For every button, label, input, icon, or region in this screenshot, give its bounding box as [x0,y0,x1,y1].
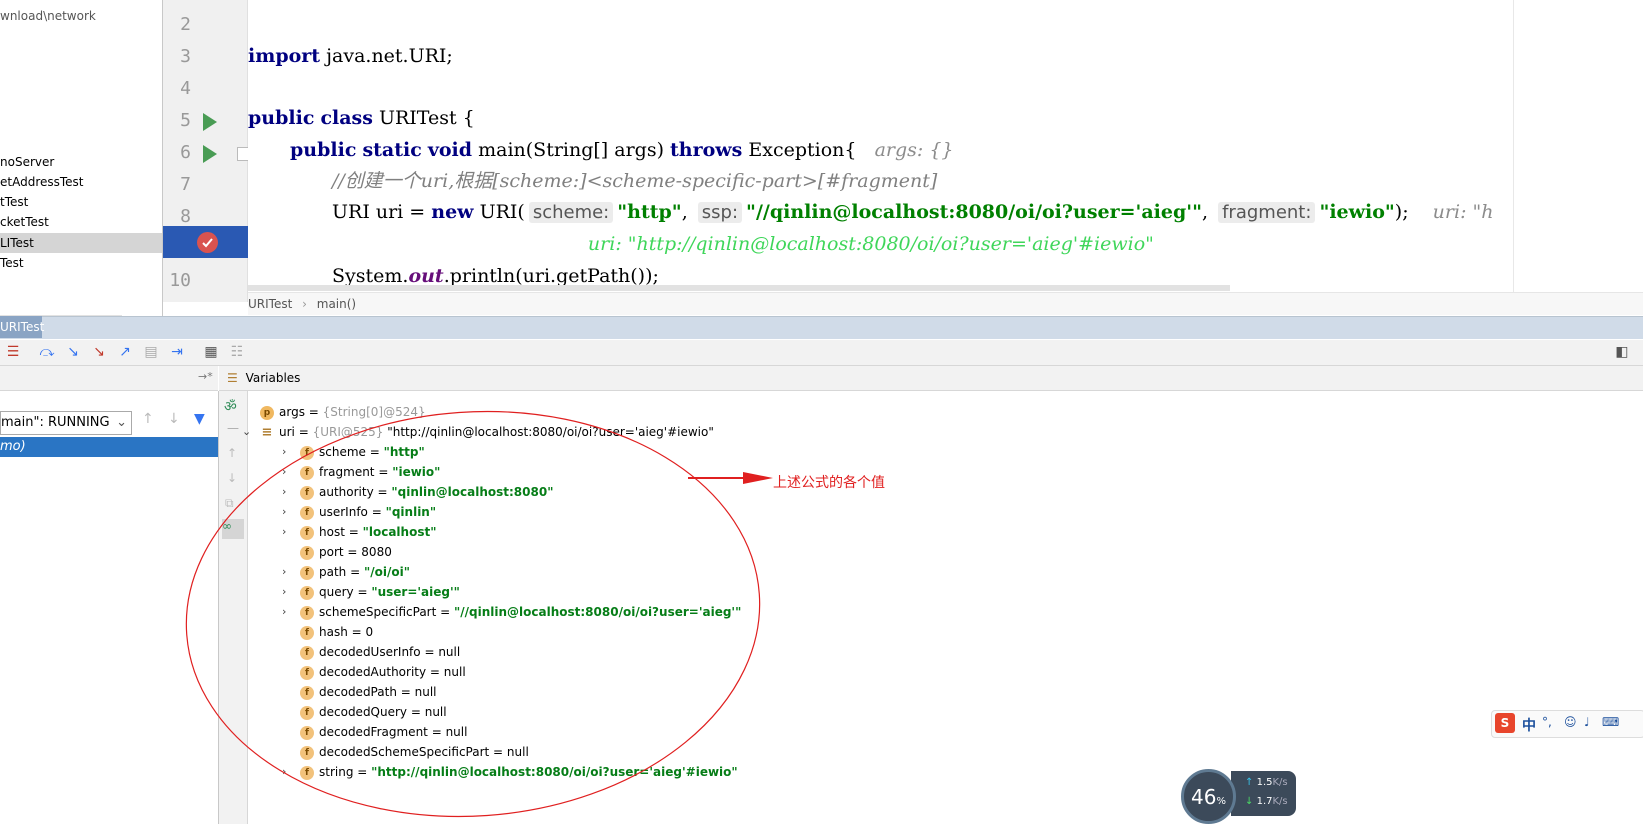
variables-header: ☰ Variables [219,366,1643,391]
line-number: 7 [180,174,191,195]
arrow-up-icon[interactable]: ↑ [142,411,154,427]
debug-toolbar: ☰ ⤼ ↘ ↘ ↗ ▤ ⇥ ▦ ☷ ◧ [0,340,1643,366]
debug-inline-value: uri: "h [1432,201,1494,223]
tree-path-label: wnload\network [0,9,96,23]
tree-item-inet-address-test[interactable]: etAddressTest [0,172,162,192]
chevron-down-icon: ⌄ [116,415,127,430]
run-to-cursor-icon[interactable]: ⇥ [168,343,186,361]
microphone-icon[interactable]: ♩ [1584,715,1590,729]
network-speed-widget: ↑ 1.5K/s ↓ 1.7K/s 46% [1181,769,1296,824]
download-arrow-icon: ↓ [1245,796,1254,807]
tree-item-echo-server[interactable]: noServer [0,152,162,172]
tree-item-socket-test[interactable]: cketTest [0,212,162,232]
code-line-3: import java.net.URI; [248,45,453,67]
param-hint: scheme: [528,202,614,223]
sogou-logo-icon[interactable]: S [1495,713,1515,733]
annotation-arrow [688,472,773,484]
breadcrumb-class[interactable]: URITest [248,297,292,311]
breadcrumb: URITest › main() [248,292,1643,315]
step-out-icon[interactable]: ↗ [116,343,134,361]
code-line-6: public static void main(String[] args) t… [290,139,954,161]
download-speed: 1.7 [1256,796,1273,807]
restore-layout-icon[interactable]: ◧ [1613,343,1631,361]
annotation-ellipse [185,410,761,818]
variables-title: Variables [245,371,301,385]
pin-icon[interactable]: →* [198,370,213,383]
ime-toolbar: S 中 °, ☺ ♩ ⌨ [1491,710,1643,738]
tree-item-uri-test[interactable]: LITest [0,233,162,253]
editor-horizontal-scrollbar[interactable] [248,285,1230,291]
breadcrumb-separator: › [302,297,307,311]
variables-icon: ☰ [227,371,238,385]
thread-selector-value: main": RUNNING [1,415,110,430]
code-editor[interactable]: import java.net.URI; public class URITes… [248,0,1643,302]
param-hint: ssp: [697,202,743,223]
show-execution-point-icon[interactable]: ☰ [4,343,22,361]
upload-arrow-icon: ↑ [1245,777,1254,788]
network-speed-box: ↑ 1.5K/s ↓ 1.7K/s [1231,771,1296,816]
step-over-icon[interactable]: ⤼ [38,343,56,361]
tree-item-test-2[interactable]: Test [0,253,162,273]
debug-inline-value: args: {} [874,139,954,161]
code-line-5: public class URITest { [248,107,475,129]
tree-item-test-1[interactable]: tTest [0,192,162,212]
line-number: 4 [180,78,191,99]
force-step-into-icon[interactable]: ↘ [90,343,108,361]
project-tree: wnload\network noServer etAddressTest tT… [0,0,163,328]
right-margin-guide [1513,0,1514,302]
cpu-usage-ring[interactable]: 46% [1181,769,1236,824]
trace-icon[interactable]: ☷ [228,343,246,361]
param-hint: fragment: [1218,202,1316,223]
debug-inline-value: uri: "http://qinlin@localhost:8080/oi/oi… [587,233,1154,255]
debug-session-tab[interactable]: URITest [0,316,44,338]
drop-frame-icon[interactable]: ▤ [142,343,160,361]
line-number: 10 [169,270,191,291]
keyboard-icon[interactable]: ⌨ [1602,715,1619,729]
line-number: 5 [180,110,191,131]
thread-selector[interactable]: main": RUNNING ⌄ [0,411,132,435]
ime-punctuation[interactable]: °, [1542,715,1552,729]
breadcrumb-method[interactable]: main() [317,297,356,311]
evaluate-expression-icon[interactable]: ▦ [202,343,220,361]
step-into-icon[interactable]: ↘ [64,343,82,361]
line-number: 3 [180,46,191,67]
code-line-9: System.out.println(uri); uri: "http://qi… [332,233,1154,255]
code-line-8: URI uri = new URI(scheme: "http", ssp: "//… [332,201,1494,223]
run-class-icon[interactable] [203,113,217,131]
arrow-down-icon[interactable]: ↓ [168,411,180,427]
line-number: 8 [180,206,191,227]
upload-speed: 1.5 [1256,777,1273,788]
run-main-icon[interactable] [203,145,217,163]
emoji-icon[interactable]: ☺ [1564,715,1577,729]
breakpoint-icon[interactable] [197,232,218,253]
annotation-text: 上述公式的各个值 [773,475,885,491]
cpu-usage-percent: 46 [1191,785,1217,809]
debug-tab-bar [0,316,1643,339]
line-number: 2 [180,14,191,35]
frames-header: →* [0,366,218,391]
line-number: 6 [180,142,191,163]
code-line-7: //创建一个uri,根据[scheme:]<scheme-specific-pa… [332,170,938,192]
ime-language[interactable]: 中 [1522,715,1536,735]
